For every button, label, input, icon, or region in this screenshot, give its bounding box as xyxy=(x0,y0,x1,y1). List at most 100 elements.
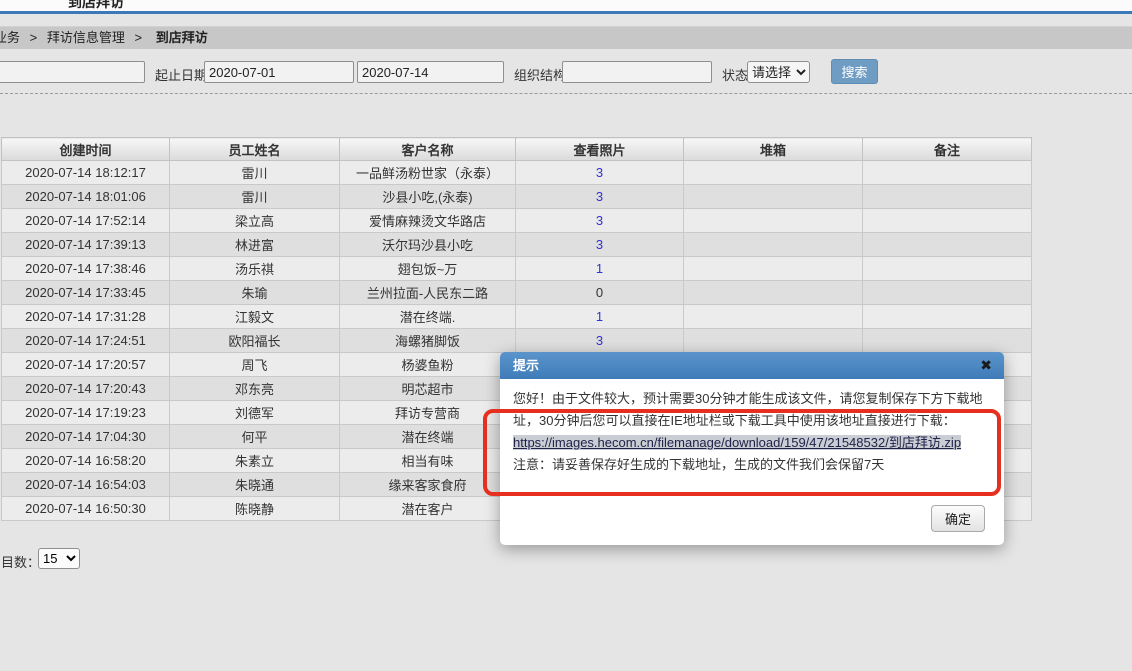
cell-time: 2020-07-14 17:38:46 xyxy=(2,257,170,281)
cell-photos: 1 xyxy=(516,305,684,329)
cell-time: 2020-07-14 18:01:06 xyxy=(2,185,170,209)
cell-box xyxy=(684,305,863,329)
cell-name: 雷川 xyxy=(170,185,340,209)
col-header-photos: 查看照片 xyxy=(516,138,684,161)
cell-customer: 兰州拉面-人民东二路 xyxy=(340,281,516,305)
cell-remark xyxy=(863,233,1032,257)
cell-name: 朱瑜 xyxy=(170,281,340,305)
cell-photos: 3 xyxy=(516,233,684,257)
cell-customer: 潜在终端 xyxy=(340,425,516,449)
cell-customer: 沃尔玛沙县小吃 xyxy=(340,233,516,257)
cell-time: 2020-07-14 16:58:20 xyxy=(2,449,170,473)
cell-customer: 相当有味 xyxy=(340,449,516,473)
status-label: 状态 xyxy=(722,65,748,84)
cell-time: 2020-07-14 18:12:17 xyxy=(2,161,170,185)
cell-box xyxy=(684,209,863,233)
status-select[interactable]: 请选择 xyxy=(747,61,810,83)
page-size-select[interactable]: 15 xyxy=(38,548,80,569)
cell-time: 2020-07-14 17:04:30 xyxy=(2,425,170,449)
col-header-remark: 备注 xyxy=(863,138,1032,161)
cell-time: 2020-07-14 17:52:14 xyxy=(2,209,170,233)
cell-box xyxy=(684,329,863,353)
download-link[interactable]: https://images.hecom.cn/filemanage/downl… xyxy=(513,435,961,450)
date-range-label: 起止日期 xyxy=(155,65,207,84)
date-from-input[interactable] xyxy=(204,61,354,83)
cell-box xyxy=(684,257,863,281)
notice-dialog: 提示 ✖ 您好！由于文件较大，预计需要30分钟才能生成该文件，请您复制保存下方下… xyxy=(500,352,1004,545)
cell-time: 2020-07-14 17:31:28 xyxy=(2,305,170,329)
accent-blue-rule xyxy=(0,11,1132,14)
top-strip: 到店拜访 xyxy=(0,0,1132,11)
photos-link[interactable]: 1 xyxy=(596,261,603,276)
photos-link[interactable]: 3 xyxy=(596,333,603,348)
cell-name: 朱晓通 xyxy=(170,473,340,497)
dialog-title: 提示 xyxy=(513,352,539,379)
cell-customer: 明芯超市 xyxy=(340,377,516,401)
cell-remark xyxy=(863,281,1032,305)
partial-top-tab-label: 到店拜访 xyxy=(68,0,124,9)
table-row: 2020-07-14 17:39:13 林进富 沃尔玛沙县小吃 3 xyxy=(2,233,1032,257)
col-header-employee: 员工姓名 xyxy=(170,138,340,161)
breadcrumb: 业务 > 拜访信息管理 > 到店拜访 xyxy=(0,27,208,49)
cell-time: 2020-07-14 17:20:57 xyxy=(2,353,170,377)
photos-link[interactable]: 3 xyxy=(596,189,603,204)
cell-box xyxy=(684,281,863,305)
cell-name: 何平 xyxy=(170,425,340,449)
table-row: 2020-07-14 17:52:14 梁立高 爱情麻辣烫文华路店 3 xyxy=(2,209,1032,233)
cell-name: 陈晓静 xyxy=(170,497,340,521)
cell-remark xyxy=(863,161,1032,185)
cell-remark xyxy=(863,209,1032,233)
cell-customer: 杨婆鱼粉 xyxy=(340,353,516,377)
cell-name: 欧阳福长 xyxy=(170,329,340,353)
cell-name: 江毅文 xyxy=(170,305,340,329)
dashed-divider xyxy=(0,93,1132,94)
cell-customer: 爱情麻辣烫文华路店 xyxy=(340,209,516,233)
cell-name: 邓东亮 xyxy=(170,377,340,401)
date-to-input[interactable] xyxy=(357,61,504,83)
cell-photos: 0 xyxy=(516,281,684,305)
cell-photos: 1 xyxy=(516,257,684,281)
col-header-customer: 客户名称 xyxy=(340,138,516,161)
table-row: 2020-07-14 17:38:46 汤乐祺 翅包饭~万 1 xyxy=(2,257,1032,281)
partial-top-tab: 到店拜访 xyxy=(68,0,124,11)
cell-time: 2020-07-14 17:19:23 xyxy=(2,401,170,425)
page-size-label: 目数： xyxy=(1,552,40,571)
dialog-body: 您好！由于文件较大，预计需要30分钟才能生成该文件，请您复制保存下方下载地址，3… xyxy=(500,379,1004,476)
search-button[interactable]: 搜索 xyxy=(831,59,878,84)
photos-link[interactable]: 3 xyxy=(596,213,603,228)
dialog-header: 提示 ✖ xyxy=(500,352,1004,379)
cell-name: 朱素立 xyxy=(170,449,340,473)
cell-name: 汤乐祺 xyxy=(170,257,340,281)
cell-remark xyxy=(863,257,1032,281)
photos-link[interactable]: 3 xyxy=(596,165,603,180)
cell-time: 2020-07-14 16:50:30 xyxy=(2,497,170,521)
dialog-message: 您好！由于文件较大，预计需要30分钟才能生成该文件，请您复制保存下方下载地址，3… xyxy=(513,391,982,428)
cell-time: 2020-07-14 17:33:45 xyxy=(2,281,170,305)
photos-link: 0 xyxy=(596,285,603,300)
close-icon[interactable]: ✖ xyxy=(980,352,992,379)
breadcrumb-item-business: 业务 xyxy=(0,30,20,45)
cell-time: 2020-07-14 17:24:51 xyxy=(2,329,170,353)
cell-name: 梁立高 xyxy=(170,209,340,233)
keyword-input[interactable] xyxy=(0,61,145,83)
cell-customer: 沙县小吃,(永泰) xyxy=(340,185,516,209)
table-row: 2020-07-14 17:31:28 江毅文 潜在终端. 1 xyxy=(2,305,1032,329)
cell-name: 刘德军 xyxy=(170,401,340,425)
table-row: 2020-07-14 17:24:51 欧阳福长 海螺猪脚饭 3 xyxy=(2,329,1032,353)
photos-link[interactable]: 3 xyxy=(596,237,603,252)
cell-customer: 缘来客家食府 xyxy=(340,473,516,497)
breadcrumb-bar: 业务 > 拜访信息管理 > 到店拜访 xyxy=(0,26,1132,49)
cell-customer: 一品鲜汤粉世家（永泰） xyxy=(340,161,516,185)
cell-time: 2020-07-14 17:20:43 xyxy=(2,377,170,401)
cell-customer: 海螺猪脚饭 xyxy=(340,329,516,353)
cell-remark xyxy=(863,185,1032,209)
table-row: 2020-07-14 18:01:06 雷川 沙县小吃,(永泰) 3 xyxy=(2,185,1032,209)
cell-box xyxy=(684,185,863,209)
cell-photos: 3 xyxy=(516,185,684,209)
cell-customer: 潜在客户 xyxy=(340,497,516,521)
org-input[interactable] xyxy=(562,61,712,83)
ok-button[interactable]: 确定 xyxy=(931,505,985,532)
cell-name: 雷川 xyxy=(170,161,340,185)
cell-name: 周飞 xyxy=(170,353,340,377)
photos-link[interactable]: 1 xyxy=(596,309,603,324)
